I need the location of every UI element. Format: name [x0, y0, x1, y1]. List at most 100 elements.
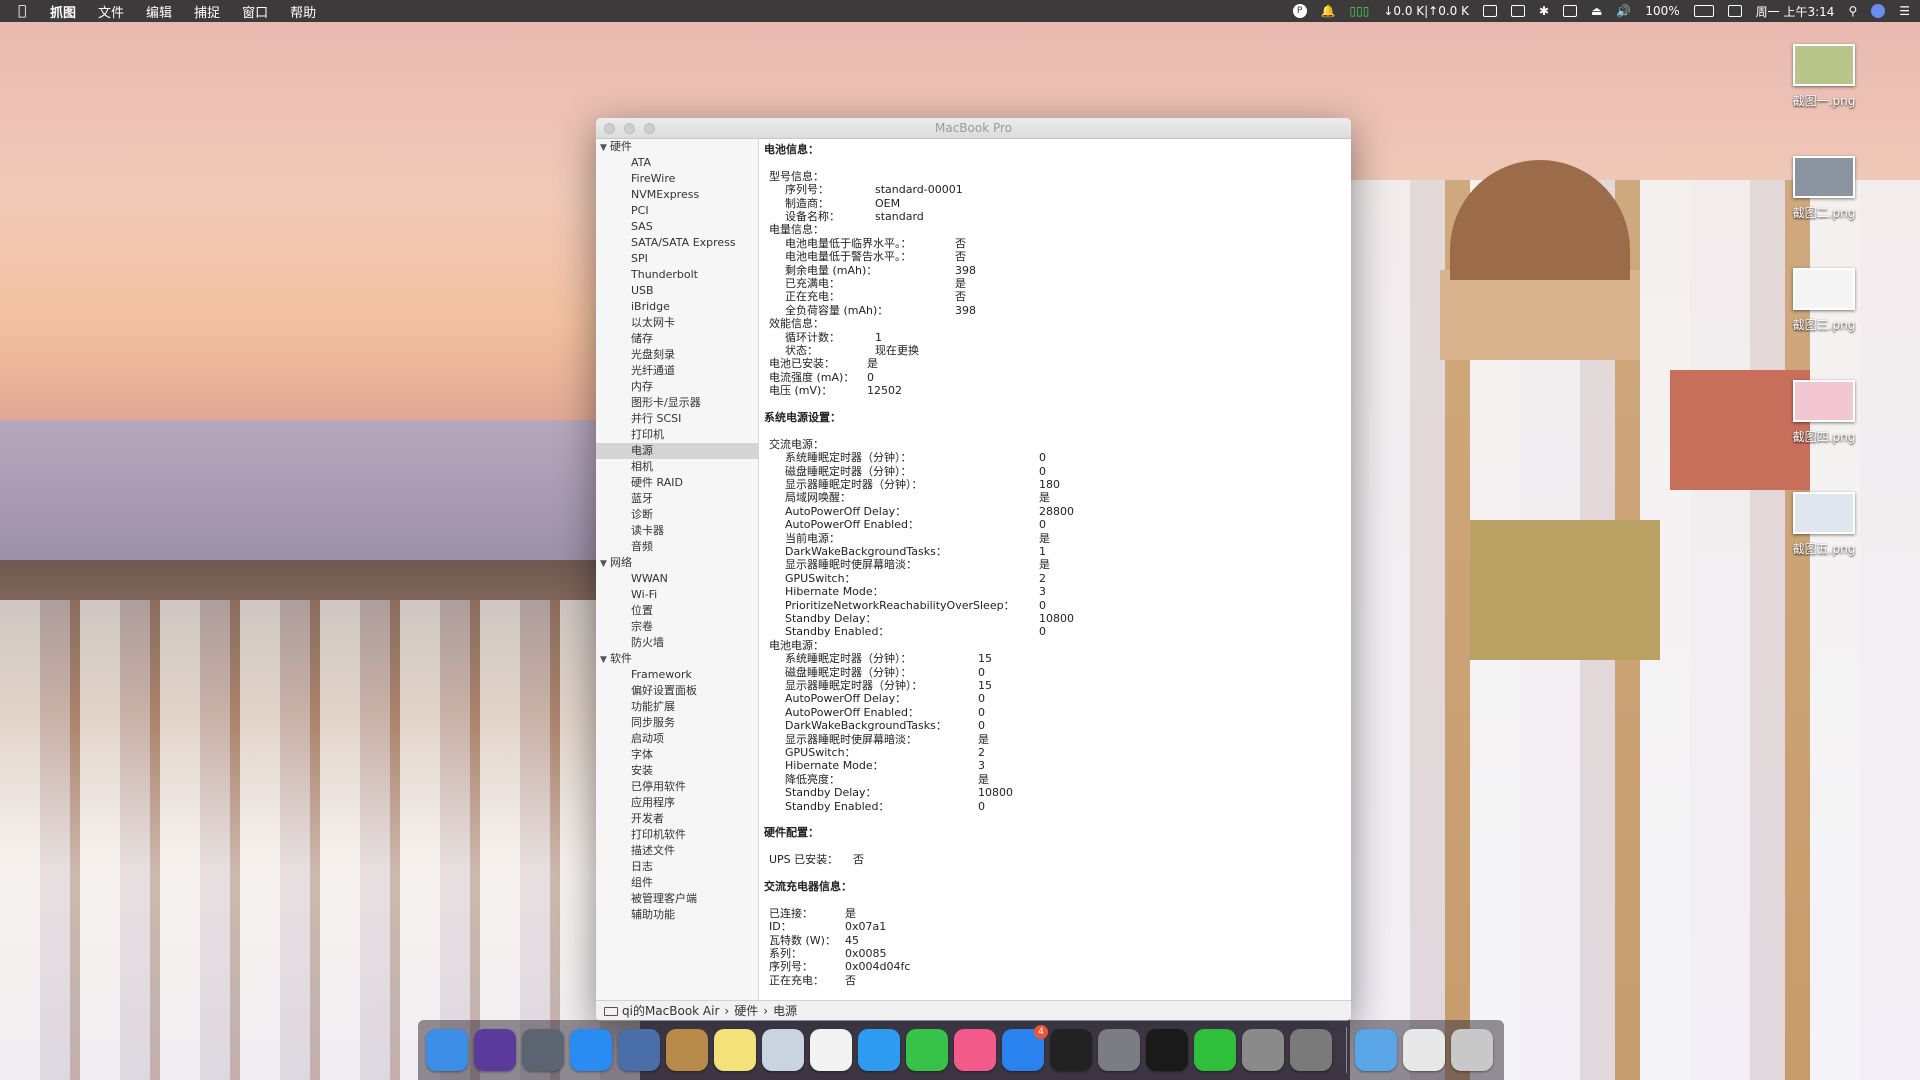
sidebar-item[interactable]: 读卡器 [596, 523, 758, 539]
menu-file[interactable]: 文件 [98, 2, 124, 21]
wechat-icon[interactable] [1194, 1029, 1236, 1071]
sidebar-item[interactable]: SPI [596, 251, 758, 267]
app-store-icon[interactable]: 4 [1002, 1025, 1048, 1071]
sidebar-item[interactable]: 组件 [596, 875, 758, 891]
sidebar-item[interactable]: PCI [596, 203, 758, 219]
sidebar-item[interactable]: 并行 SCSI [596, 411, 758, 427]
battery-icon[interactable] [1693, 5, 1714, 17]
disclosure-triangle-icon[interactable]: ▼ [600, 140, 610, 156]
sidebar-item[interactable]: 防火墙 [596, 635, 758, 651]
sidebar-item[interactable]: 日志 [596, 859, 758, 875]
sidebar-category[interactable]: ▼ 网络 [596, 555, 758, 571]
sidebar-item[interactable]: 打印机软件 [596, 827, 758, 843]
notification-center-icon[interactable]: ☰ [1899, 4, 1910, 18]
qq-icon[interactable] [1146, 1029, 1188, 1071]
sidebar-item[interactable]: 图形卡/显示器 [596, 395, 758, 411]
sidebar-item[interactable]: 光纤通道 [596, 363, 758, 379]
desktop-file[interactable]: 截图二.png [1779, 156, 1869, 221]
facetime-icon[interactable] [906, 1029, 948, 1071]
contacts-icon[interactable] [666, 1029, 708, 1071]
network-speed[interactable]: ↓0.0 K|↑0.0 K [1383, 4, 1469, 18]
sidebar-item[interactable]: 功能扩展 [596, 699, 758, 715]
trash-icon[interactable] [1451, 1029, 1493, 1071]
siri-icon[interactable] [474, 1029, 516, 1071]
sidebar-item[interactable]: 偏好设置面板 [596, 683, 758, 699]
sidebar-item[interactable]: WWAN [596, 571, 758, 587]
sidebar-item[interactable]: 辅助功能 [596, 907, 758, 923]
screenshot-app-icon[interactable] [618, 1029, 660, 1071]
eject-icon[interactable]: ⏏ [1591, 4, 1602, 18]
sidebar-item[interactable]: 已停用软件 [596, 779, 758, 795]
sidebar-category[interactable]: ▼ 软件 [596, 651, 758, 667]
sidebar-item[interactable]: SATA/SATA Express [596, 235, 758, 251]
messages-icon[interactable] [858, 1029, 900, 1071]
disclosure-triangle-icon[interactable]: ▼ [600, 556, 610, 572]
menu-capture[interactable]: 捕捉 [194, 2, 220, 21]
airplay-icon[interactable] [1563, 5, 1578, 17]
sidebar-item[interactable]: 描述文件 [596, 843, 758, 859]
desktop-file[interactable]: 截图三.png [1779, 268, 1869, 333]
menu-edit[interactable]: 编辑 [146, 2, 172, 21]
desktop-file[interactable]: 截图五.png [1779, 492, 1869, 557]
sidebar-item[interactable]: 应用程序 [596, 795, 758, 811]
sidebar-item[interactable]: 电源 [596, 443, 758, 459]
desktop-file[interactable]: 截图一.png [1779, 44, 1869, 109]
sidebar-item[interactable]: iBridge [596, 299, 758, 315]
sidebar-item[interactable]: 字体 [596, 747, 758, 763]
path-hardware[interactable]: 硬件 [734, 1001, 758, 1021]
bluetooth-icon[interactable]: ✱ [1539, 4, 1549, 18]
sidebar-item[interactable]: Framework [596, 667, 758, 683]
sidebar-item[interactable]: ATA [596, 155, 758, 171]
sidebar-item[interactable]: FireWire [596, 171, 758, 187]
sidebar-item[interactable]: 硬件 RAID [596, 475, 758, 491]
menu-help[interactable]: 帮助 [290, 2, 316, 21]
p-status-icon[interactable]: P [1292, 4, 1307, 18]
menu-window[interactable]: 窗口 [242, 2, 268, 21]
path-computer[interactable]: qi的MacBook Air [622, 1001, 719, 1021]
desktop-file[interactable]: 截图四.png [1779, 380, 1869, 445]
grapher-icon[interactable] [1290, 1029, 1332, 1071]
itunes-icon[interactable] [954, 1029, 996, 1071]
volume-icon[interactable]: 🔊 [1616, 4, 1631, 18]
notification-bell-icon[interactable]: 🔔 [1321, 4, 1336, 18]
launchpad-icon[interactable] [522, 1029, 564, 1071]
sidebar-item[interactable]: SAS [596, 219, 758, 235]
sidebar-item[interactable]: USB [596, 283, 758, 299]
system-information-icon[interactable] [1242, 1029, 1284, 1071]
signal-bars-icon[interactable]: ▯▯▯ [1350, 4, 1370, 18]
sidebar-item[interactable]: Wi-Fi [596, 587, 758, 603]
battery-percent[interactable]: 100% [1645, 4, 1679, 18]
menu-app[interactable]: 抓图 [50, 2, 76, 21]
close-button[interactable] [604, 123, 615, 134]
siri-icon[interactable] [1871, 4, 1886, 18]
sidebar-item[interactable]: 宗卷 [596, 619, 758, 635]
downloads-stack-icon[interactable] [1403, 1029, 1445, 1071]
sidebar-item[interactable]: 相机 [596, 459, 758, 475]
sidebar-item[interactable]: 同步服务 [596, 715, 758, 731]
photos-icon[interactable] [810, 1029, 852, 1071]
apple-icon[interactable]:  [18, 3, 36, 19]
path-power[interactable]: 电源 [773, 1001, 797, 1021]
sidebar-item[interactable]: 开发者 [596, 811, 758, 827]
sidebar-item[interactable]: 音频 [596, 539, 758, 555]
activity-monitor-icon[interactable] [1050, 1029, 1092, 1071]
safari-icon[interactable] [570, 1029, 612, 1071]
sidebar-item[interactable]: 蓝牙 [596, 491, 758, 507]
sidebar-item[interactable]: 打印机 [596, 427, 758, 443]
system-preferences-icon[interactable] [1098, 1029, 1140, 1071]
sidebar-item[interactable]: 安装 [596, 763, 758, 779]
notes-icon[interactable] [714, 1029, 756, 1071]
spotlight-search-icon[interactable]: ⚲ [1848, 4, 1857, 18]
sidebar-item[interactable]: 诊断 [596, 507, 758, 523]
preview-icon[interactable] [762, 1029, 804, 1071]
sidebar-item[interactable]: 被管理客户端 [596, 891, 758, 907]
sidebar-item[interactable]: 启动项 [596, 731, 758, 747]
sidebar-item[interactable]: 以太网卡 [596, 315, 758, 331]
sidebar-category[interactable]: ▼ 硬件 [596, 139, 758, 155]
sidebar-item[interactable]: 内存 [596, 379, 758, 395]
input-method-icon[interactable] [1727, 5, 1742, 17]
sidebar-item[interactable]: 光盘刻录 [596, 347, 758, 363]
display-icon[interactable] [1483, 5, 1497, 17]
sidebar-item[interactable]: Thunderbolt [596, 267, 758, 283]
sidebar-item[interactable]: NVMExpress [596, 187, 758, 203]
